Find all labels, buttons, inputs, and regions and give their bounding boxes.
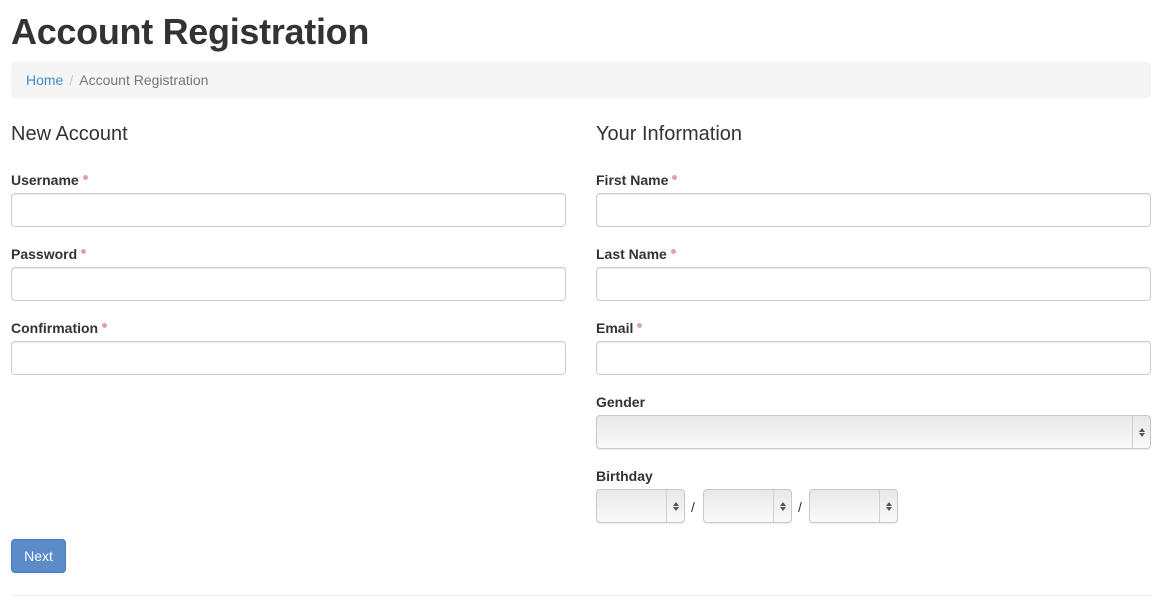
confirmation-group: Confirmation [11,318,566,375]
birthday-label: Birthday [596,468,653,484]
gender-group: Gender [596,392,1151,449]
birthday-month-select[interactable] [596,489,685,523]
confirmation-label: Confirmation [11,318,566,338]
birthday-separator: / [798,499,802,515]
email-input[interactable] [596,341,1151,375]
required-indicator-icon [670,249,676,254]
username-input[interactable] [11,193,566,227]
birthday-group: Birthday / / [596,466,1151,523]
required-indicator-icon [82,175,88,180]
password-group: Password [11,244,566,301]
select-arrows-icon [1132,416,1150,448]
breadcrumb: Home / Account Registration [11,62,1151,98]
divider [11,595,1151,596]
password-label: Password [11,244,566,264]
username-group: Username [11,170,566,227]
last-name-input[interactable] [596,267,1151,301]
first-name-group: First Name [596,170,1151,227]
select-arrows-icon [879,490,897,522]
page-title: Account Registration [11,11,370,52]
email-label-text: Email [596,320,634,336]
birthday-year-select[interactable] [809,489,898,523]
required-indicator-icon [637,323,643,328]
next-button[interactable]: Next [11,539,66,573]
your-information-title: Your Information [596,123,743,145]
breadcrumb-separator: / [69,72,74,88]
birthday-day-select[interactable] [703,489,792,523]
confirmation-input[interactable] [11,341,566,375]
your-information-section: Your Information First Name Last Name Em… [596,120,1151,523]
breadcrumb-current: Account Registration [79,72,209,88]
required-indicator-icon [102,323,108,328]
registration-page: Account Registration Home / Account Regi… [0,0,1162,609]
confirmation-label-text: Confirmation [11,320,99,336]
first-name-label: First Name [596,170,1151,190]
last-name-label: Last Name [596,244,1151,264]
new-account-section: New Account Username Password Confirmati… [11,120,566,375]
gender-select[interactable] [596,415,1151,449]
birthday-separator: / [691,499,695,515]
new-account-title: New Account [11,123,128,145]
last-name-label-text: Last Name [596,246,667,262]
gender-label: Gender [596,394,646,410]
select-arrows-icon [666,490,684,522]
breadcrumb-home-link[interactable]: Home [26,72,63,88]
email-group: Email [596,318,1151,375]
first-name-input[interactable] [596,193,1151,227]
required-indicator-icon [672,175,678,180]
required-indicator-icon [81,249,87,254]
username-label-text: Username [11,172,79,188]
password-input[interactable] [11,267,566,301]
email-label: Email [596,318,1151,338]
password-label-text: Password [11,246,78,262]
username-label: Username [11,170,566,190]
last-name-group: Last Name [596,244,1151,301]
select-arrows-icon [773,490,791,522]
first-name-label-text: First Name [596,172,669,188]
